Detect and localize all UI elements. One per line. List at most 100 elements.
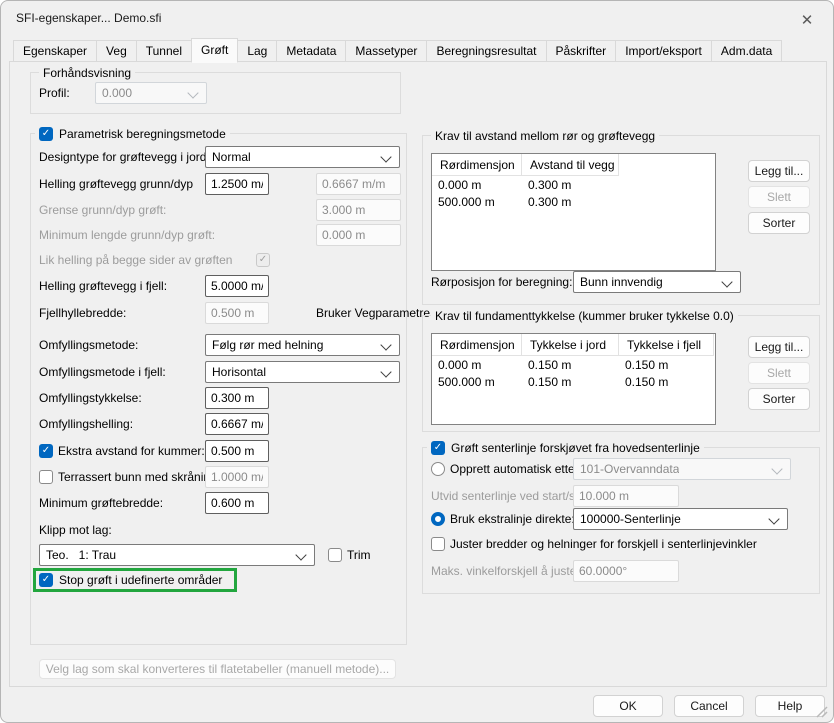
lik-helling-checkbox: ✓ (256, 253, 270, 267)
auto-datatype-radio[interactable] (431, 462, 445, 476)
chevron-down-icon (380, 339, 391, 350)
sort-button-label: Sorter (763, 392, 796, 406)
table-row[interactable]: 500.000 m 0.300 m (432, 193, 715, 210)
fundament-add-button[interactable]: Legg til... (748, 336, 810, 358)
fjellhylle-row: Fjellhyllebredde: Bruker Vegparametre (39, 302, 400, 324)
fundament-group: Krav til fundamenttykkelse (kummer bruke… (422, 315, 820, 432)
table-row[interactable]: 0.000 m 0.150 m 0.150 m (432, 356, 715, 373)
chevron-down-icon (295, 549, 306, 560)
helling-grunn-label: Helling grøftevegg grunn/dyp (39, 177, 205, 191)
omfyllingshelling-label: Omfyllingshelling: (39, 417, 205, 431)
rorposisjon-combobox[interactable]: Bunn innvendig (573, 271, 741, 293)
tab-veg[interactable]: Veg (96, 40, 137, 62)
omfylling-fjell-value: Horisontal (212, 365, 266, 379)
tab-strip: Egenskaper Veg Tunnel Grøft Lag Metadata… (13, 38, 781, 62)
tab-groft[interactable]: Grøft (191, 38, 238, 63)
omfyllingshelling-row: Omfyllingshelling: (39, 413, 400, 435)
avstand-delete-button: Slett (748, 186, 810, 208)
tab-import-eksport[interactable]: Import/eksport (615, 40, 712, 62)
resize-grip[interactable] (814, 704, 828, 718)
table-row[interactable]: 500.000 m 0.150 m 0.150 m (432, 373, 715, 390)
fundament-sort-button[interactable]: Sorter (748, 388, 810, 410)
ekstralinje-label: Bruk ekstralinje direkte: (450, 512, 575, 526)
omfylling-fjell-label: Omfyllingsmetode i fjell: (39, 365, 205, 379)
cancel-button-label: Cancel (690, 699, 727, 713)
tab-beregningsresultat[interactable]: Beregningsresultat (426, 40, 546, 62)
column-header[interactable]: Avstand til vegg (522, 154, 619, 176)
terrassert-checkbox[interactable] (39, 470, 53, 484)
ok-button[interactable]: OK (593, 695, 663, 717)
omfyllingstykkelse-input[interactable] (205, 387, 269, 409)
sort-button-label: Sorter (763, 216, 796, 230)
fjellhylle-label: Fjellhyllebredde: (39, 306, 205, 320)
omfylling-fjell-combobox[interactable]: Horisontal (205, 361, 400, 383)
parametrisk-checkbox[interactable]: ✓ (39, 127, 53, 141)
ekstra-avstand-checkbox[interactable]: ✓ (39, 444, 53, 458)
avstand-table[interactable]: Rørdimensjon Avstand til vegg 0.000 m 0.… (431, 153, 716, 271)
ekstralinje-combobox[interactable]: 100000-Senterlinje (573, 508, 788, 530)
avstand-add-button[interactable]: Legg til... (748, 160, 810, 182)
auto-datatype-combobox: 101-Overvanndata (573, 458, 791, 480)
cell-tykkelse-jord: 0.150 m (522, 358, 619, 372)
cancel-button[interactable]: Cancel (674, 695, 744, 717)
utvid-label: Utvid senterlinje ved start/slutt: (431, 489, 594, 503)
avstand-group-label: Krav til avstand mellom rør og grøfteveg… (435, 129, 655, 143)
terrassert-label: Terrassert bunn med skråning: (58, 470, 205, 484)
helling-fjell-input[interactable] (205, 275, 269, 297)
fundament-table[interactable]: Rørdimensjon Tykkelse i jord Tykkelse i … (431, 333, 716, 425)
fundament-delete-button: Slett (748, 362, 810, 384)
min-bredde-row: Minimum grøftebredde: (39, 492, 400, 514)
stop-groft-checkbox[interactable]: ✓ (39, 573, 53, 587)
terrassert-input (205, 466, 269, 488)
check-icon: ✓ (42, 446, 50, 456)
omfyllingsmetode-combobox[interactable]: Følg rør med helning (205, 334, 400, 356)
helling-grunn-input2 (316, 173, 401, 195)
column-header[interactable]: Rørdimensjon (432, 154, 522, 176)
table-row[interactable]: 0.000 m 0.300 m (432, 176, 715, 193)
rorposisjon-value: Bunn innvendig (580, 275, 663, 289)
close-icon[interactable]: ✕ (795, 8, 819, 32)
fjellhylle-input (205, 302, 269, 324)
min-bredde-controls (205, 492, 401, 514)
helling-grunn-input[interactable] (205, 173, 269, 195)
tab-metadata[interactable]: Metadata (276, 40, 346, 62)
tab-lag[interactable]: Lag (237, 40, 277, 62)
trim-checkbox[interactable] (328, 548, 342, 562)
min-bredde-input[interactable] (205, 492, 269, 514)
stop-groft-label: Stop grøft i udefinerte områder (59, 573, 222, 587)
maks-vinkel-label: Maks. vinkelforskjell å justere: (431, 564, 590, 578)
tab-massetyper[interactable]: Massetyper (345, 40, 427, 62)
cell-tykkelse-fjell: 0.150 m (619, 375, 714, 389)
min-lengde-row: Minimum lengde grunn/dyp grøft: (39, 224, 400, 246)
omfyllingshelling-input[interactable] (205, 413, 269, 435)
column-header[interactable]: Tykkelse i fjell (619, 334, 714, 356)
ekstra-avstand-row: ✓ Ekstra avstand for kummer: (39, 440, 400, 462)
designtype-combobox[interactable]: Normal (205, 146, 400, 168)
fjellhylle-controls: Bruker Vegparametre (205, 302, 401, 324)
tab-adm-data[interactable]: Adm.data (711, 40, 782, 62)
column-header[interactable]: Rørdimensjon (432, 334, 522, 356)
tab-tunnel[interactable]: Tunnel (136, 40, 192, 62)
lik-helling-label: Lik helling på begge sider av grøften (39, 253, 205, 267)
tab-paskrifter[interactable]: Påskrifter (546, 40, 617, 62)
cell-avstand: 0.300 m (522, 195, 619, 209)
designtype-label: Designtype for grøftevegg i jord: (39, 150, 205, 164)
ekstra-avstand-input[interactable] (205, 440, 269, 462)
ekstralinje-radio[interactable] (431, 512, 445, 526)
senterlinje-checkbox[interactable]: ✓ (431, 441, 445, 455)
ekstra-avstand-label: Ekstra avstand for kummer: (58, 444, 205, 458)
tab-egenskaper[interactable]: Egenskaper (13, 40, 97, 62)
klipp-label: Klipp mot lag: (39, 523, 112, 537)
avstand-sort-button[interactable]: Sorter (748, 212, 810, 234)
parametric-group: ✓ Parametrisk beregningsmetode Designtyp… (30, 133, 407, 645)
chevron-down-icon (721, 276, 732, 287)
omfyllingsmetode-label: Omfyllingsmetode: (39, 338, 205, 352)
klipp-combobox[interactable]: Teo. 1: Trau (39, 544, 315, 566)
omfyllingstykkelse-controls (205, 387, 401, 409)
cell-tykkelse-fjell: 0.150 m (619, 358, 714, 372)
check-icon: ✓ (42, 575, 50, 585)
column-header[interactable]: Tykkelse i jord (522, 334, 619, 356)
juster-checkbox[interactable] (431, 537, 445, 551)
omfyllingshelling-controls (205, 413, 401, 435)
omfyllingsmetode-row: Omfyllingsmetode: Følg rør med helning (39, 334, 400, 356)
